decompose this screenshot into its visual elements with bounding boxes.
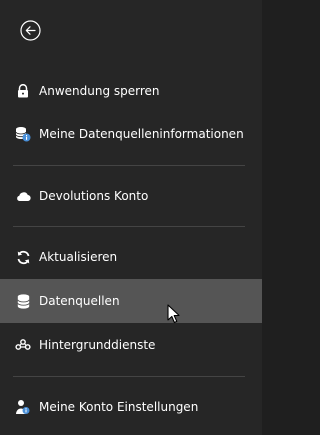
menu-item-label: Devolutions Konto (39, 189, 149, 203)
menu-item-devolutions-account[interactable]: Devolutions Konto (0, 174, 262, 218)
database-info-icon (15, 126, 31, 142)
menu-item-label: Aktualisieren (39, 250, 118, 264)
user-settings-icon (15, 399, 31, 415)
menu-item-data-sources[interactable]: Datenquellen (0, 279, 262, 323)
database-icon (15, 293, 31, 309)
refresh-icon (15, 249, 31, 265)
menu-item-background-services[interactable]: Hintergrunddienste (0, 323, 262, 367)
menu-divider (13, 376, 245, 377)
services-icon (15, 337, 31, 353)
menu-divider (13, 226, 245, 227)
lock-icon (15, 83, 31, 99)
menu-item-label: Meine Konto Einstellungen (39, 400, 199, 414)
menu-item-refresh[interactable]: Aktualisieren (0, 235, 262, 279)
back-arrow-icon (20, 20, 41, 41)
menu-item-label: Datenquellen (39, 294, 120, 308)
menu-item-my-datasource-info[interactable]: Meine Datenquelleninformationen (0, 112, 262, 156)
outer-background (262, 0, 279, 435)
menu-item-label: Hintergrunddienste (39, 338, 156, 352)
menu-item-lock-application[interactable]: Anwendung sperren (0, 69, 262, 113)
menu-item-label: Meine Datenquelleninformationen (39, 127, 244, 141)
side-menu-panel: Anwendung sperren Meine Datenquelleninfo… (0, 0, 262, 435)
menu-item-my-account-settings[interactable]: Meine Konto Einstellungen (0, 385, 262, 429)
cloud-icon (15, 188, 31, 204)
back-button[interactable] (20, 20, 41, 41)
menu-item-label: Anwendung sperren (39, 84, 160, 98)
mouse-pointer-icon (167, 304, 181, 324)
menu-divider (13, 165, 245, 166)
